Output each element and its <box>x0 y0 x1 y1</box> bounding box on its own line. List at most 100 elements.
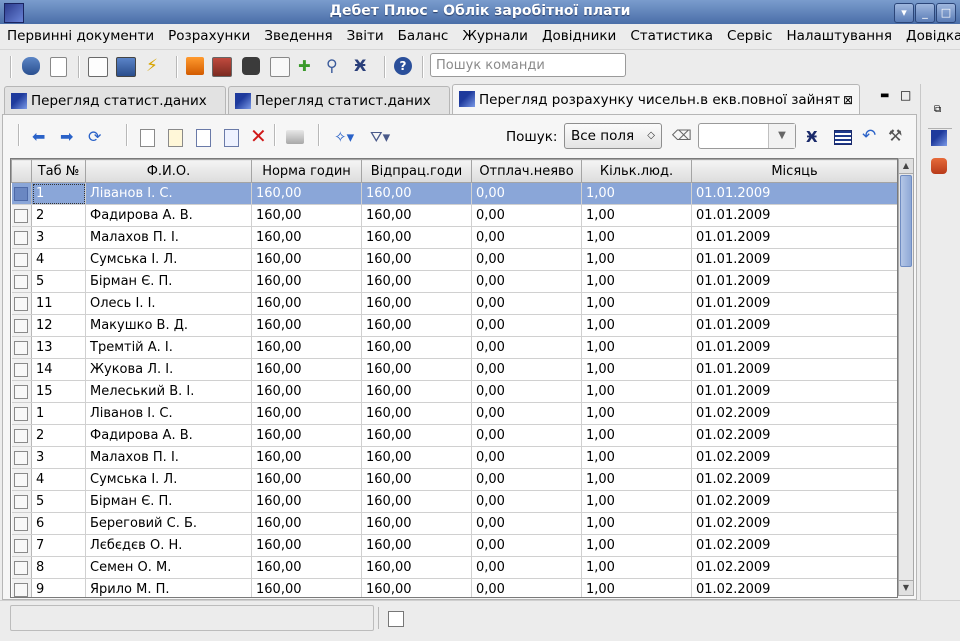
close-tab-icon[interactable]: ⊠ <box>843 85 853 115</box>
scroll-down-icon[interactable]: ▼ <box>899 580 913 595</box>
people-count-cell[interactable]: 1,00 <box>581 270 692 293</box>
full-name-cell[interactable]: Олесь І. І. <box>85 292 252 315</box>
month-cell[interactable]: 01.02.2009 <box>691 424 897 447</box>
month-cell[interactable]: 01.01.2009 <box>691 270 897 293</box>
month-cell[interactable]: 01.01.2009 <box>691 248 897 271</box>
maximize-button[interactable]: □ <box>936 3 956 23</box>
norm-hours-cell[interactable]: 160,00 <box>251 402 362 425</box>
people-count-cell[interactable]: 1,00 <box>581 424 692 447</box>
table-row[interactable]: 2 Фадирова А. В. 160,00 160,00 0,00 1,00 01.01… <box>11 204 897 227</box>
people-count-cell[interactable]: 1,00 <box>581 490 692 513</box>
month-cell[interactable]: 01.01.2009 <box>691 182 897 205</box>
portrait-icon[interactable] <box>212 57 232 77</box>
column-header-worked-hours[interactable]: Відпрац.годи <box>361 159 472 183</box>
row-selector[interactable] <box>11 182 32 205</box>
paid-absence-cell[interactable]: 0,00 <box>471 182 582 205</box>
month-cell[interactable]: 01.02.2009 <box>691 512 897 535</box>
new-document-icon[interactable] <box>50 57 67 77</box>
paid-absence-cell[interactable]: 0,00 <box>471 424 582 447</box>
norm-hours-cell[interactable]: 160,00 <box>251 578 362 597</box>
paid-absence-cell[interactable]: 0,00 <box>471 292 582 315</box>
minimize-button[interactable]: _ <box>915 3 935 23</box>
people-count-cell[interactable]: 1,00 <box>581 380 692 403</box>
month-cell[interactable]: 01.01.2009 <box>691 314 897 337</box>
database-icon[interactable] <box>22 57 40 75</box>
table-row[interactable]: 8 Семен О. М. 160,00 160,00 0,00 1,00 01.02.20… <box>11 556 897 579</box>
row-checkbox[interactable] <box>14 318 29 333</box>
row-checkbox[interactable] <box>14 516 29 531</box>
norm-hours-cell[interactable]: 160,00 <box>251 358 362 381</box>
selector-header[interactable] <box>11 159 32 183</box>
paid-absence-cell[interactable]: 0,00 <box>471 446 582 469</box>
full-name-cell[interactable]: Бірман Є. П. <box>85 270 252 293</box>
row-selector[interactable] <box>11 292 32 315</box>
column-header-month[interactable]: Місяць <box>691 159 897 183</box>
worked-hours-cell[interactable]: 160,00 <box>361 358 472 381</box>
row-selector[interactable] <box>11 270 32 293</box>
full-name-cell[interactable]: Сумська І. Л. <box>85 468 252 491</box>
people-count-cell[interactable]: 1,00 <box>581 248 692 271</box>
status-new-window-icon[interactable] <box>388 611 404 627</box>
table-row[interactable]: 9 Ярило М. П. 160,00 160,00 0,00 1,00 01.02.20… <box>11 578 897 597</box>
row-checkbox[interactable] <box>14 450 29 465</box>
norm-hours-cell[interactable]: 160,00 <box>251 336 362 359</box>
tab-no-cell[interactable]: 11 <box>31 292 86 315</box>
worked-hours-cell[interactable]: 160,00 <box>361 534 472 557</box>
edit-record-icon[interactable] <box>168 129 183 147</box>
row-selector[interactable] <box>11 512 32 535</box>
row-selector[interactable] <box>11 556 32 579</box>
table-row[interactable]: 1 Ліванов І. С. 160,00 160,00 0,00 1,00 01.01.… <box>11 182 897 205</box>
view-record-icon[interactable] <box>224 129 239 147</box>
copy-record-icon[interactable] <box>196 129 211 147</box>
print-icon[interactable] <box>286 130 304 144</box>
column-header-people-count[interactable]: Кільк.люд. <box>581 159 692 183</box>
panel-minimize-icon[interactable]: ▬ <box>880 90 889 101</box>
scroll-up-icon[interactable]: ▲ <box>899 159 913 174</box>
row-selector[interactable] <box>11 248 32 271</box>
full-name-cell[interactable]: Бірман Є. П. <box>85 490 252 513</box>
month-cell[interactable]: 01.01.2009 <box>691 358 897 381</box>
norm-hours-cell[interactable]: 160,00 <box>251 446 362 469</box>
row-checkbox[interactable] <box>14 560 29 575</box>
side-restore-icon[interactable]: ⧉ <box>934 104 941 115</box>
find-binoculars-icon[interactable]: Ӿ <box>806 128 818 146</box>
refresh-icon[interactable]: ⟳ <box>88 128 106 146</box>
row-selector[interactable] <box>11 424 32 447</box>
row-selector[interactable] <box>11 402 32 425</box>
add-user-icon[interactable]: ✚ <box>298 57 316 75</box>
worked-hours-cell[interactable]: 160,00 <box>361 512 472 535</box>
norm-hours-cell[interactable]: 160,00 <box>251 292 362 315</box>
paid-absence-cell[interactable]: 0,00 <box>471 402 582 425</box>
month-cell[interactable]: 01.02.2009 <box>691 534 897 557</box>
tab-no-cell[interactable]: 2 <box>31 204 86 227</box>
tab-no-cell[interactable]: 7 <box>31 534 86 557</box>
month-cell[interactable]: 01.02.2009 <box>691 490 897 513</box>
full-name-cell[interactable]: Лєбєдєв О. Н. <box>85 534 252 557</box>
column-header-full-name[interactable]: Ф.И.О. <box>85 159 252 183</box>
worked-hours-cell[interactable]: 160,00 <box>361 336 472 359</box>
row-checkbox[interactable] <box>14 208 29 223</box>
tab-no-cell[interactable]: 2 <box>31 424 86 447</box>
chevron-down-icon[interactable]: ▼ <box>768 124 795 148</box>
row-checkbox[interactable] <box>14 230 29 245</box>
norm-hours-cell[interactable]: 160,00 <box>251 270 362 293</box>
people-count-cell[interactable]: 1,00 <box>581 534 692 557</box>
full-name-cell[interactable]: Фадирова А. В. <box>85 424 252 447</box>
full-name-cell[interactable]: Береговий С. Б. <box>85 512 252 535</box>
paid-absence-cell[interactable]: 0,00 <box>471 380 582 403</box>
lightning-icon[interactable]: ⚡ <box>146 57 164 75</box>
month-cell[interactable]: 01.02.2009 <box>691 446 897 469</box>
tab-no-cell[interactable]: 5 <box>31 270 86 293</box>
full-name-cell[interactable]: Макушко В. Д. <box>85 314 252 337</box>
search-text-combo[interactable]: ▼ <box>698 123 796 149</box>
people-count-cell[interactable]: 1,00 <box>581 512 692 535</box>
people-count-cell[interactable]: 1,00 <box>581 446 692 469</box>
people-count-cell[interactable]: 1,00 <box>581 468 692 491</box>
tab-no-cell[interactable]: 12 <box>31 314 86 337</box>
paid-absence-cell[interactable]: 0,00 <box>471 248 582 271</box>
table-row[interactable]: 3 Малахов П. І. 160,00 160,00 0,00 1,00 01.02.… <box>11 446 897 469</box>
norm-hours-cell[interactable]: 160,00 <box>251 314 362 337</box>
tab-no-cell[interactable]: 6 <box>31 512 86 535</box>
data-grid[interactable]: Таб № Ф.И.О. Норма годин Відпрац.годи От… <box>10 158 898 598</box>
worked-hours-cell[interactable]: 160,00 <box>361 490 472 513</box>
